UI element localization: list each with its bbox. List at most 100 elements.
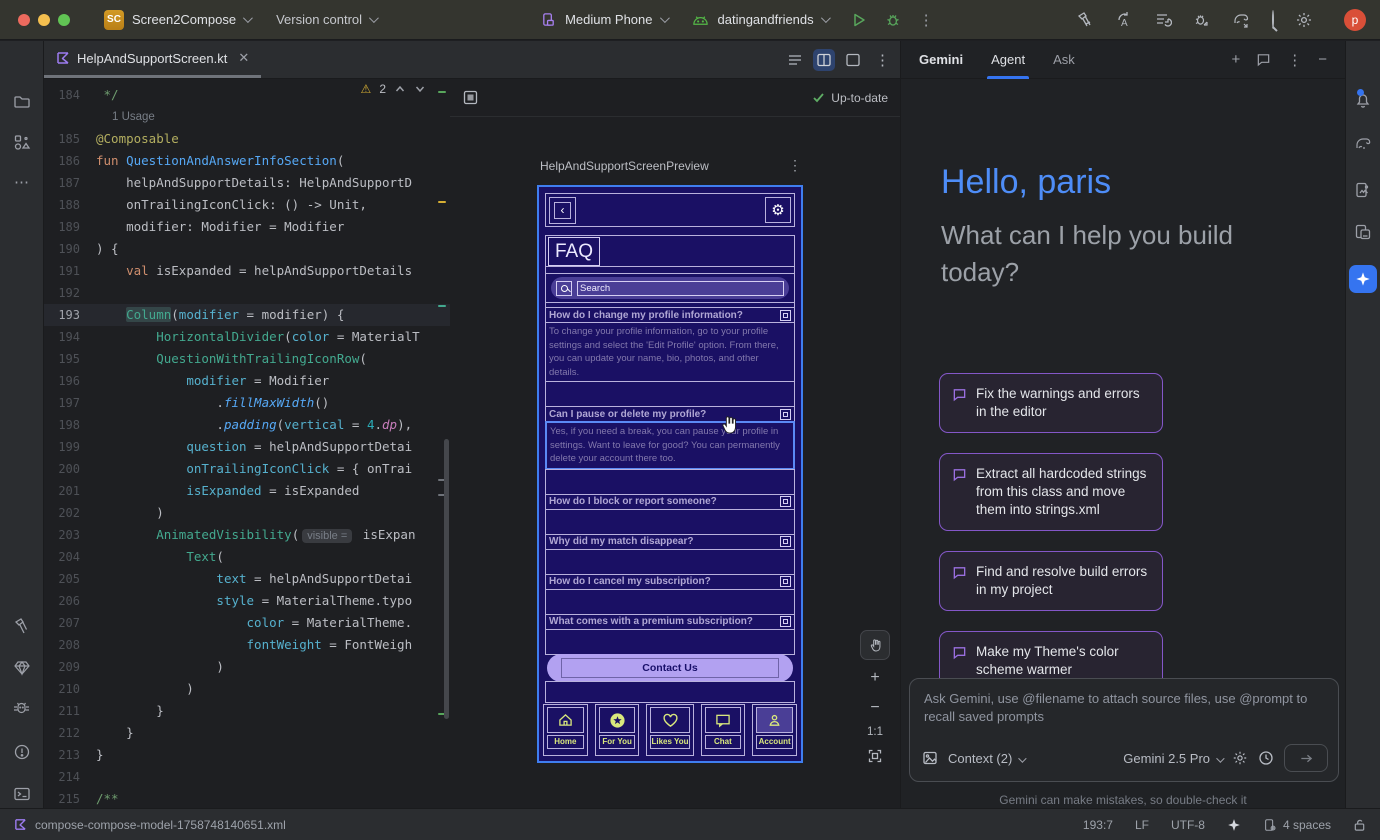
zoom-ratio-button[interactable]: 1:1 <box>867 726 883 738</box>
expand-icon[interactable] <box>780 576 791 587</box>
code-line[interactable]: 187 helpAndSupportDetails: HelpAndSuppor… <box>44 172 450 194</box>
tab-ask[interactable]: Ask <box>1053 41 1075 79</box>
contact-us-button[interactable]: Contact Us <box>547 654 793 682</box>
profiler-bug-icon[interactable] <box>1193 11 1211 29</box>
attach-image-icon[interactable] <box>922 750 938 766</box>
tab-agent[interactable]: Agent <box>991 41 1025 79</box>
faq-question-row[interactable]: Why did my match disappear? <box>545 534 795 550</box>
panel-options-icon[interactable]: ⋮ <box>1287 51 1302 69</box>
resource-manager-icon[interactable] <box>0 133 43 151</box>
code-line[interactable]: 211 } <box>44 700 450 722</box>
design-view-icon[interactable] <box>845 52 861 68</box>
code-line[interactable]: 210 ) <box>44 678 450 700</box>
version-control-menu[interactable]: Version control <box>276 12 376 27</box>
code-line[interactable]: 205 text = helpAndSupportDetai <box>44 568 450 590</box>
minimize-window-button[interactable] <box>38 14 50 26</box>
new-chat-icon[interactable]: + <box>1231 51 1240 68</box>
stripe-mark-warning[interactable] <box>438 201 446 203</box>
expand-icon[interactable] <box>780 536 791 547</box>
suggestion-chip[interactable]: Find and resolve build errors in my proj… <box>939 551 1163 611</box>
back-button[interactable]: ‹ <box>549 197 576 224</box>
zoom-to-fit-button[interactable] <box>860 744 890 768</box>
debug-button[interactable] <box>885 12 901 28</box>
preview-options-icon[interactable]: ⋮ <box>788 157 802 174</box>
code-line[interactable]: 196 modifier = Modifier <box>44 370 450 392</box>
nav-item-home[interactable]: Home <box>543 704 588 756</box>
context-selector[interactable]: Context (2) <box>948 751 1024 766</box>
tab-helpandsupportscreen[interactable]: HelpAndSupportScreen.kt ✕ <box>44 41 261 78</box>
send-button[interactable] <box>1284 744 1328 772</box>
faq-header-row[interactable]: FAQ <box>545 235 795 267</box>
code-line[interactable]: 207 color = MaterialTheme. <box>44 612 450 634</box>
build-tool-icon[interactable] <box>0 617 43 635</box>
settings-gear-icon[interactable] <box>1295 11 1313 29</box>
code-line[interactable]: 215/** <box>44 788 450 808</box>
stripe-mark-green[interactable] <box>438 91 446 93</box>
code-line[interactable]: 189 modifier: Modifier = Modifier <box>44 216 450 238</box>
terminal-icon[interactable] <box>0 785 43 803</box>
zoom-in-button[interactable]: + <box>860 666 890 690</box>
code-line[interactable]: 186fun QuestionAndAnswerInfoSection( <box>44 150 450 172</box>
suggestion-chip[interactable]: Fix the warnings and errors in the edito… <box>939 373 1163 433</box>
code-line[interactable]: 197 .fillMaxWidth() <box>44 392 450 414</box>
faq-answer[interactable]: To change your profile information, go t… <box>545 322 795 382</box>
hide-panel-icon[interactable]: − <box>1318 51 1327 68</box>
faq-question-row[interactable]: Can I pause or delete my profile? <box>545 406 795 422</box>
close-tab-icon[interactable]: ✕ <box>238 50 249 66</box>
history-clock-icon[interactable] <box>1258 750 1274 766</box>
split-view-icon[interactable] <box>813 49 835 71</box>
sparkle-icon[interactable] <box>1227 818 1241 832</box>
file-encoding[interactable]: UTF-8 <box>1171 818 1205 832</box>
problems-icon[interactable] <box>0 743 43 761</box>
gradle-sync-icon[interactable] <box>1232 11 1251 28</box>
nav-item-for-you[interactable]: For You <box>595 704 640 756</box>
faq-question-row[interactable]: How do I cancel my subscription? <box>545 574 795 590</box>
lock-icon[interactable] <box>1353 818 1366 832</box>
apply-changes-icon[interactable]: A <box>1115 11 1133 29</box>
code-line[interactable]: 192 <box>44 282 450 304</box>
project-selector[interactable]: Screen2Compose <box>132 12 250 27</box>
gemini-input-box[interactable]: Ask Gemini, use @filename to attach sour… <box>909 678 1339 782</box>
suggestion-chip[interactable]: Extract all hardcoded strings from this … <box>939 453 1163 531</box>
nav-item-likes-you[interactable]: Likes You <box>646 704 693 756</box>
device-manager-icon[interactable] <box>1346 181 1380 199</box>
code-line[interactable]: 198 .padding(vertical = 4.dp), <box>44 414 450 436</box>
model-selector[interactable]: Gemini 2.5 Pro <box>1123 751 1222 766</box>
expand-icon[interactable] <box>780 496 791 507</box>
code-line[interactable]: 195 QuestionWithTrailingIconRow( <box>44 348 450 370</box>
nav-item-account[interactable]: Account <box>752 704 797 756</box>
pan-tool-button[interactable] <box>860 630 890 660</box>
run-button[interactable] <box>851 12 867 28</box>
running-devices-icon[interactable] <box>1346 223 1380 241</box>
code-line[interactable]: 191 val isExpanded = helpAndSupportDetai… <box>44 260 450 282</box>
search-everywhere-icon[interactable] <box>1272 11 1274 29</box>
code-line[interactable]: 212 } <box>44 722 450 744</box>
code-line[interactable]: 209 ) <box>44 656 450 678</box>
code-line[interactable]: 188 onTrailingIconClick: () -> Unit, <box>44 194 450 216</box>
maximize-window-button[interactable] <box>58 14 70 26</box>
expand-icon[interactable] <box>780 310 791 321</box>
code-line[interactable]: 185@Composable <box>44 128 450 150</box>
gemini-input-placeholder[interactable]: Ask Gemini, use @filename to attach sour… <box>910 679 1338 737</box>
zoom-out-button[interactable]: − <box>860 696 890 720</box>
code-line[interactable]: 203 AnimatedVisibility(visible = isExpan <box>44 524 450 546</box>
next-warning-icon[interactable] <box>414 83 426 95</box>
gemini-settings-icon[interactable] <box>1232 750 1248 766</box>
run-configuration-selector[interactable]: datingandfriends <box>718 12 828 27</box>
build-variants-icon[interactable] <box>1154 11 1172 29</box>
code-line[interactable]: 208 fontWeight = FontWeigh <box>44 634 450 656</box>
more-run-options-button[interactable]: ⋮ <box>919 11 934 29</box>
settings-icon[interactable]: ⚙ <box>765 197 791 223</box>
code-line[interactable]: 214 <box>44 766 450 788</box>
code-line[interactable]: 202 ) <box>44 502 450 524</box>
code-line[interactable]: 190) { <box>44 238 450 260</box>
faq-question-row[interactable]: How do I change my profile information? <box>545 307 795 323</box>
inspection-widget[interactable]: ⚠2 <box>361 82 426 96</box>
faq-question-row[interactable]: How do I block or report someone? <box>545 494 795 510</box>
status-file-name[interactable]: compose-compose-model-1758748140651.xml <box>35 818 286 832</box>
code-line[interactable]: 199 question = helpAndSupportDetai <box>44 436 450 458</box>
code-line[interactable]: 213} <box>44 744 450 766</box>
faq-answer-selected[interactable]: Yes, if you need a break, you can pause … <box>545 421 795 470</box>
gemini-tool-icon[interactable] <box>1346 265 1380 293</box>
code-line[interactable]: 201 isExpanded = isExpanded <box>44 480 450 502</box>
